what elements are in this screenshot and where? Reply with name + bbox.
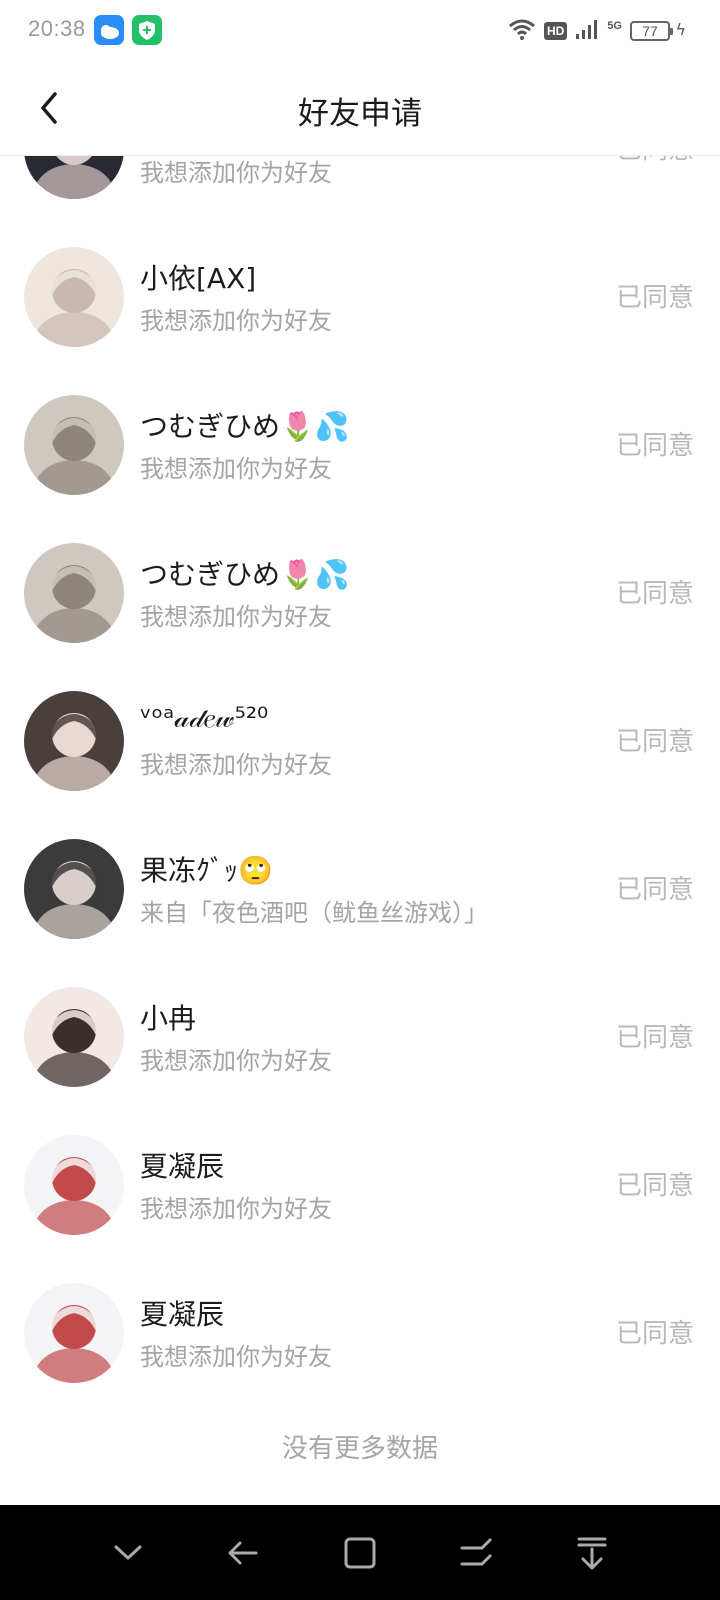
nav-download-button[interactable] bbox=[562, 1523, 622, 1583]
friend-request-row[interactable]: 小依[AX] 我想添加你为好友 已同意 bbox=[0, 221, 720, 369]
status-agreed: 已同意 bbox=[615, 431, 694, 461]
network-type: 5G bbox=[607, 20, 622, 32]
nav-collapse-button[interactable] bbox=[98, 1523, 158, 1583]
split-screen-icon bbox=[460, 1538, 492, 1565]
avatar[interactable] bbox=[24, 691, 124, 791]
charging-icon: ϟ bbox=[675, 20, 686, 39]
request-message: 我想添加你为好友 bbox=[140, 603, 332, 631]
friend-request-row[interactable]: 夏凝辰 我想添加你为好友 已同意 bbox=[0, 1257, 720, 1405]
requester-name: つむぎひめ🌷💦 bbox=[140, 558, 350, 591]
request-list: 我想添加你为好友 已同意 小依[AX] 我想添加你为好友 已同意 つむぎひめ🌷💦… bbox=[0, 156, 720, 1405]
requester-name: 夏凝辰 bbox=[140, 1298, 225, 1331]
requester-name: ᵛᵒᵃ𝒶𝒹𝑒𝓌⁵²⁰ bbox=[140, 701, 269, 734]
avatar[interactable] bbox=[24, 1135, 124, 1235]
requester-name: つむぎひめ🌷💦 bbox=[140, 410, 350, 443]
request-message: 我想添加你为好友 bbox=[140, 1343, 332, 1371]
requester-name: 果冻ｸﾞｯ🙄 bbox=[140, 854, 273, 887]
request-message: 我想添加你为好友 bbox=[140, 1195, 332, 1223]
header: 好友申请 bbox=[0, 62, 720, 156]
nav-split-button[interactable] bbox=[446, 1523, 506, 1583]
friend-request-row[interactable]: 小冉 我想添加你为好友 已同意 bbox=[0, 961, 720, 1109]
friend-request-row[interactable]: つむぎひめ🌷💦 我想添加你为好友 已同意 bbox=[0, 517, 720, 665]
request-message: 我想添加你为好友 bbox=[140, 751, 332, 779]
status-agreed: 已同意 bbox=[615, 1171, 694, 1201]
request-message: 我想添加你为好友 bbox=[140, 307, 332, 335]
friend-request-row[interactable]: 我想添加你为好友 已同意 bbox=[0, 156, 720, 221]
requester-name: 夏凝辰 bbox=[140, 1150, 225, 1183]
avatar[interactable] bbox=[24, 987, 124, 1087]
request-message: 我想添加你为好友 bbox=[140, 455, 332, 483]
status-agreed: 已同意 bbox=[615, 1319, 694, 1349]
request-message: 来自「夜色酒吧（鱿鱼丝游戏）」 bbox=[140, 899, 488, 927]
friend-request-row[interactable]: 夏凝辰 我想添加你为好友 已同意 bbox=[0, 1109, 720, 1257]
request-message: 我想添加你为好友 bbox=[140, 1047, 332, 1075]
weather-app-icon bbox=[94, 15, 124, 45]
security-app-icon bbox=[132, 15, 162, 45]
avatar[interactable] bbox=[24, 395, 124, 495]
status-agreed: 已同意 bbox=[615, 579, 694, 609]
nav-recents-button[interactable] bbox=[330, 1523, 390, 1583]
no-more-data: 没有更多数据 bbox=[281, 1434, 438, 1464]
request-list-viewport[interactable]: 我想添加你为好友 已同意 小依[AX] 我想添加你为好友 已同意 つむぎひめ🌷💦… bbox=[0, 156, 720, 1505]
status-bar: 20:38 HD 5G 77 ϟ bbox=[0, 0, 720, 62]
nav-back-button[interactable] bbox=[214, 1523, 274, 1583]
status-agreed: 已同意 bbox=[615, 875, 694, 905]
avatar[interactable] bbox=[24, 156, 124, 199]
battery-icon: 77 bbox=[630, 21, 673, 41]
chevron-down-icon bbox=[114, 1545, 142, 1560]
friend-request-row[interactable]: ᵛᵒᵃ𝒶𝒹𝑒𝓌⁵²⁰ 我想添加你为好友 已同意 bbox=[0, 665, 720, 813]
signal-icon bbox=[575, 18, 599, 44]
status-agreed: 已同意 bbox=[615, 1023, 694, 1053]
avatar[interactable] bbox=[24, 839, 124, 939]
download-stack-icon bbox=[577, 1537, 607, 1569]
status-agreed: 已同意 bbox=[616, 156, 694, 166]
system-navbar bbox=[0, 1505, 720, 1600]
friend-request-row[interactable]: つむぎひめ🌷💦 我想添加你为好友 已同意 bbox=[0, 369, 720, 517]
status-icons: HD 5G 77 bbox=[508, 18, 673, 44]
back-arrow-icon bbox=[228, 1541, 258, 1564]
avatar[interactable] bbox=[24, 1283, 124, 1383]
wifi-icon bbox=[508, 18, 536, 44]
avatar[interactable] bbox=[24, 543, 124, 643]
avatar[interactable] bbox=[24, 247, 124, 347]
hd-badge: HD bbox=[543, 22, 568, 40]
friend-request-row[interactable]: 果冻ｸﾞｯ🙄 来自「夜色酒吧（鱿鱼丝游戏）」 已同意 bbox=[0, 813, 720, 961]
status-agreed: 已同意 bbox=[615, 727, 694, 757]
requester-name: 小冉 bbox=[140, 1002, 197, 1035]
recents-square-icon bbox=[344, 1537, 376, 1568]
page-title: 好友申请 bbox=[298, 96, 422, 132]
requester-name: 小依[AX] bbox=[140, 262, 257, 295]
request-message: 我想添加你为好友 bbox=[140, 159, 332, 187]
status-time: 20:38 bbox=[28, 16, 86, 41]
status-agreed: 已同意 bbox=[615, 283, 694, 313]
